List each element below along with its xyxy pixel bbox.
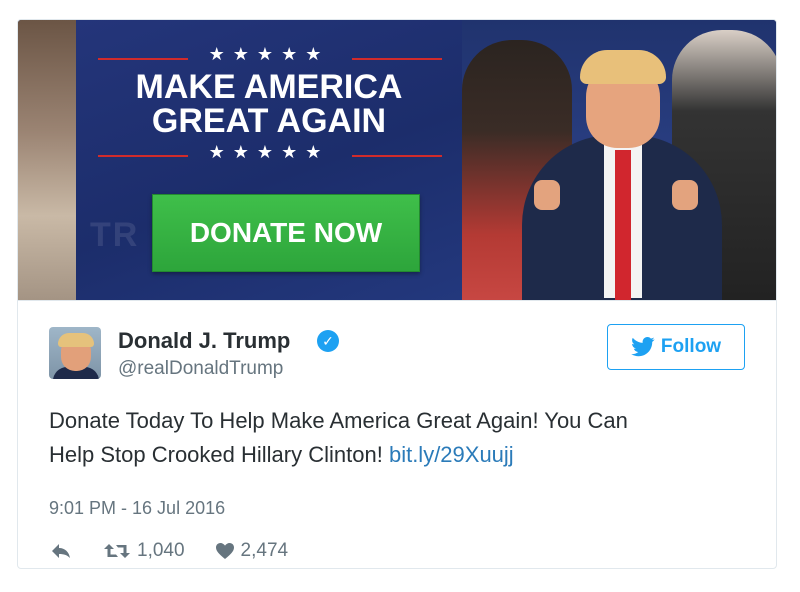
avatar[interactable]: [49, 327, 101, 379]
tweet-body: Donald J. Trump ✓ @realDonaldTrump Follo…: [18, 300, 776, 568]
donate-banner-image[interactable]: TR ★★★★★ MAKE AMERICA GREAT AGAIN ★★★★★ …: [18, 20, 776, 300]
stars-top: ★★★★★: [208, 44, 330, 64]
stars-bottom: ★★★★★: [208, 142, 330, 162]
thumbs-up-left-icon: [534, 180, 560, 210]
tweet-link[interactable]: bit.ly/29Xuujj: [389, 442, 514, 467]
hair-shape: [580, 50, 666, 84]
like-button[interactable]: 2,474: [215, 540, 289, 562]
thumbs-up-right-icon: [672, 180, 698, 210]
tweet-actions: 1,040 2,474: [49, 539, 288, 563]
reply-icon: [52, 544, 70, 558]
headline-line-2: GREAT AGAIN: [151, 102, 387, 140]
tweet-timestamp[interactable]: 9:01 PM - 16 Jul 2016: [49, 498, 225, 519]
tweet-card: TR ★★★★★ MAKE AMERICA GREAT AGAIN ★★★★★ …: [17, 19, 777, 569]
retweet-count: 1,040: [137, 540, 185, 561]
tweet-text-line-2: Help Stop Crooked Hillary Clinton!: [49, 442, 383, 467]
heart-icon: [215, 543, 234, 559]
verified-badge-icon: ✓: [317, 330, 339, 352]
follow-label: Follow: [660, 336, 722, 357]
candidate-photo: [462, 20, 776, 300]
author-handle[interactable]: @realDonaldTrump: [118, 358, 283, 380]
banner-ghost-sign: TR: [90, 216, 140, 254]
banner-blue-panel: TR ★★★★★ MAKE AMERICA GREAT AGAIN ★★★★★ …: [76, 20, 462, 300]
crowd-photo-left: [18, 20, 76, 300]
tweet-text: Donate Today To Help Make America Great …: [49, 404, 749, 472]
banner-headline: MAKE AMERICA GREAT AGAIN: [76, 70, 462, 138]
like-count: 2,474: [240, 540, 289, 561]
headline-line-1: MAKE AMERICA: [135, 68, 403, 106]
tweet-text-line-1: Donate Today To Help Make America Great …: [49, 408, 628, 433]
twitter-bird-icon: [631, 337, 655, 357]
avatar-hair: [58, 333, 94, 347]
reply-button[interactable]: [49, 542, 73, 560]
retweet-button[interactable]: 1,040: [103, 540, 185, 562]
retweet-icon: [104, 544, 130, 558]
donate-now-button[interactable]: DONATE NOW: [152, 194, 420, 272]
author-name[interactable]: Donald J. Trump: [118, 328, 290, 354]
follow-button[interactable]: Follow: [607, 324, 745, 370]
tie-shape: [615, 150, 631, 300]
